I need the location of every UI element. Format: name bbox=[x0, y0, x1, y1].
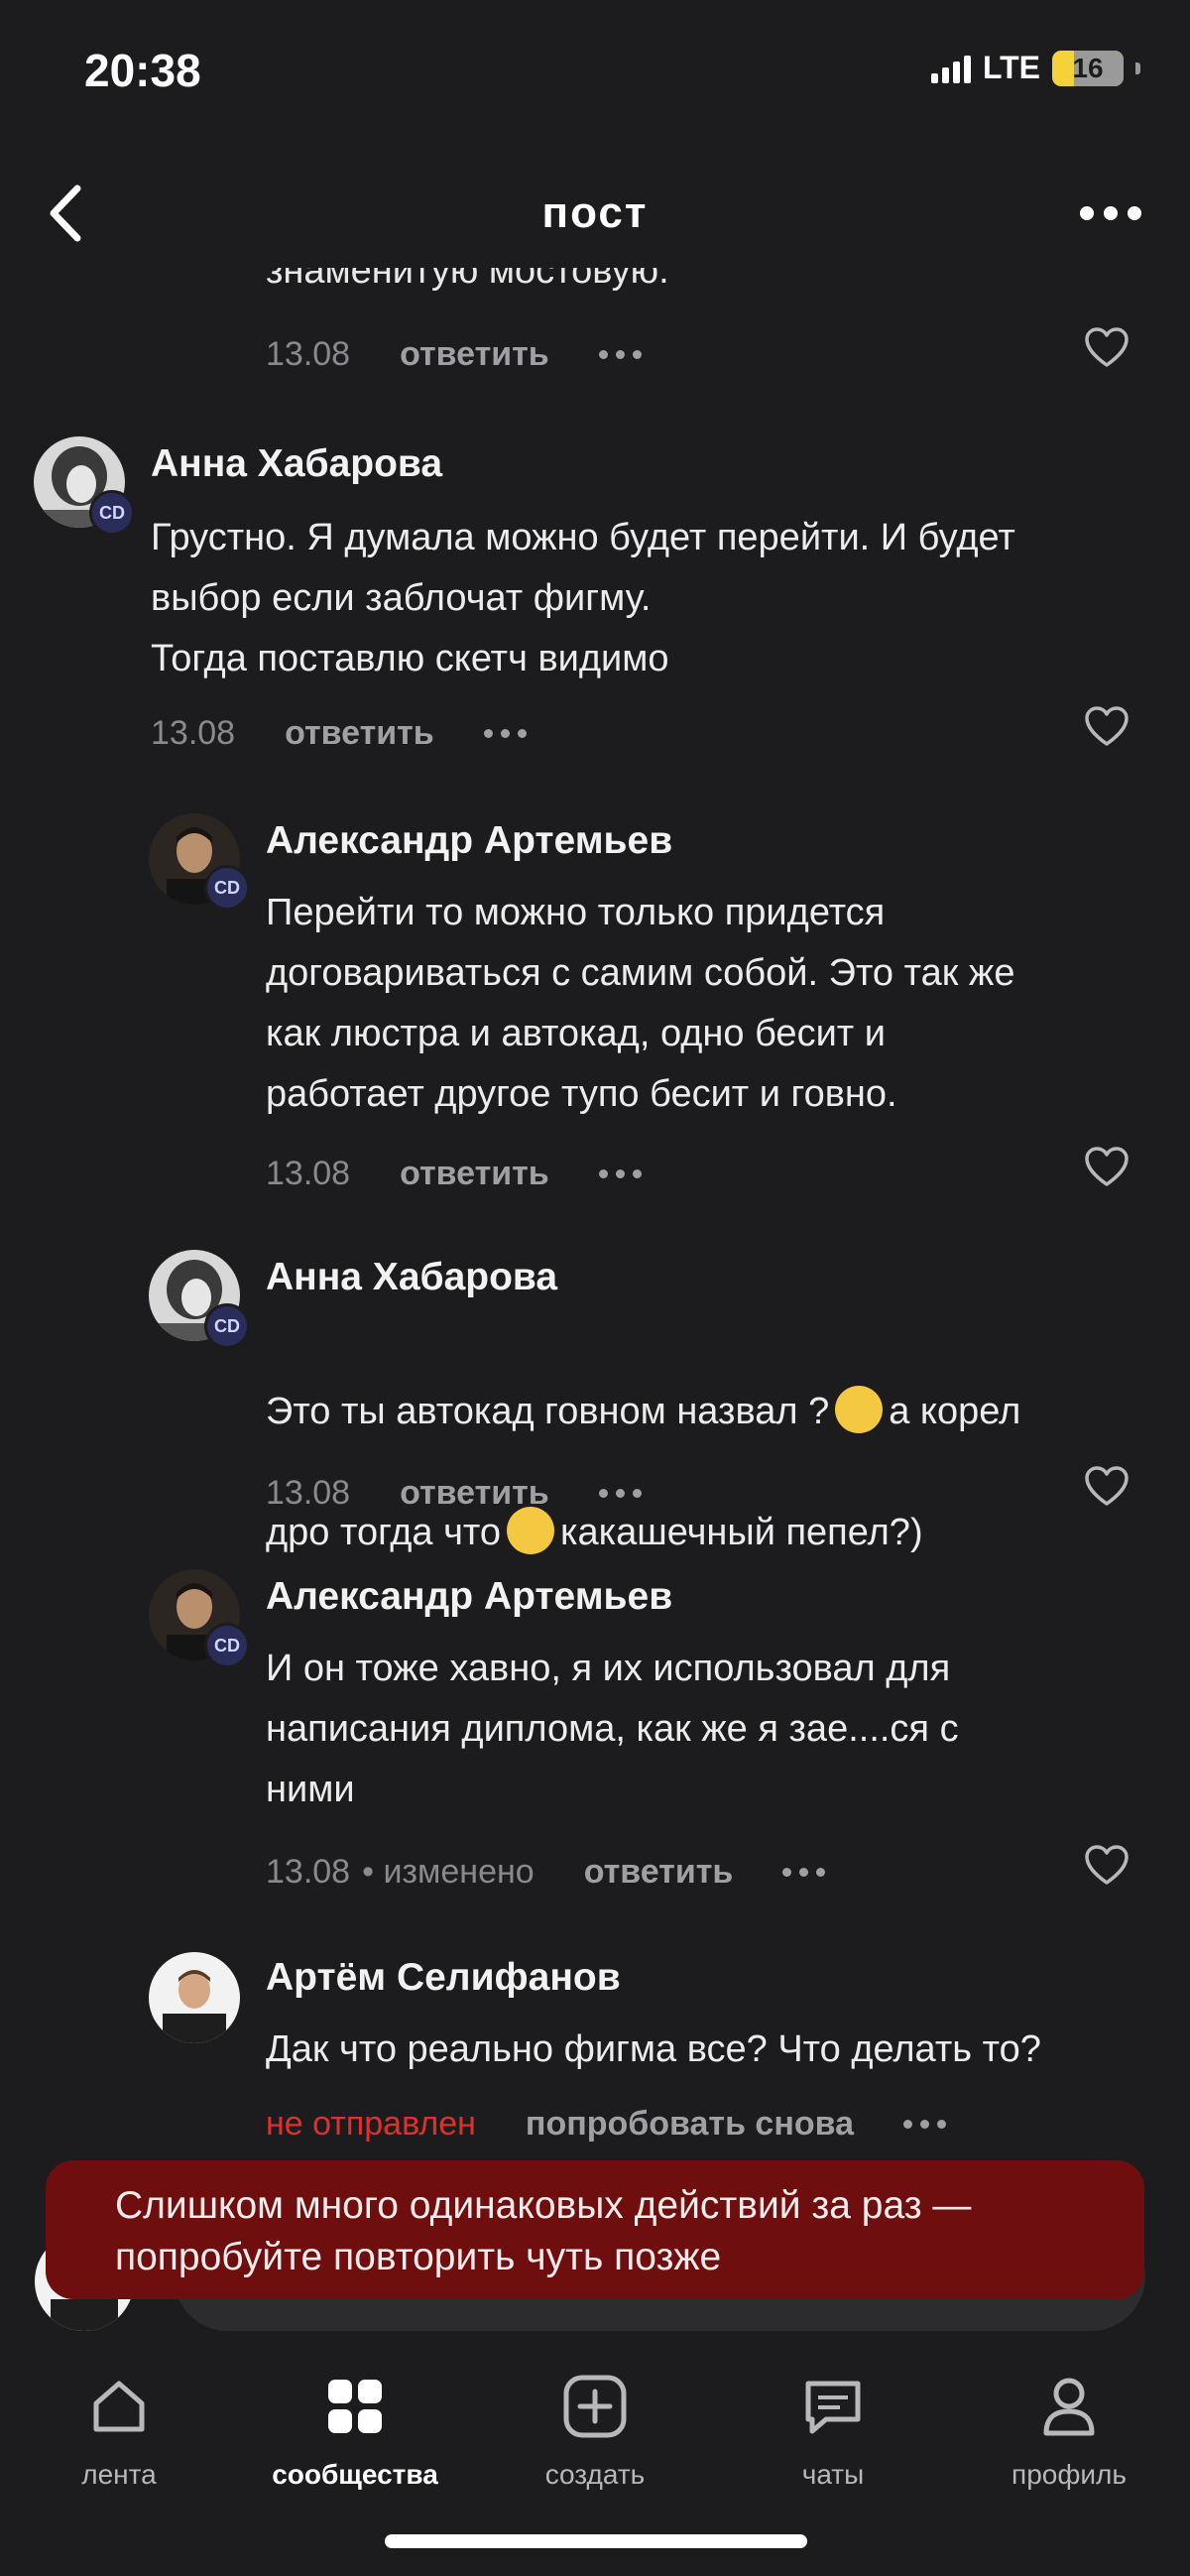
tab-feed[interactable]: лента bbox=[20, 2372, 218, 2491]
comment-meta: 13.08 ответить bbox=[266, 1155, 642, 1193]
edited-label: • изменено bbox=[362, 1853, 535, 1891]
community-badge: CD bbox=[204, 1303, 250, 1349]
chat-icon bbox=[805, 2381, 861, 2434]
comment-text: Это ты автокад говном назвал ? а корел др… bbox=[266, 1321, 1020, 1563]
comment-author[interactable]: Александр Артемьев bbox=[266, 819, 672, 863]
like-icon[interactable] bbox=[1083, 1843, 1130, 1887]
comment-text-part: дро тогда что bbox=[266, 1512, 502, 1553]
retry-button[interactable]: попробовать снова bbox=[526, 2105, 854, 2144]
toast-message: Слишком много одинаковых действий за раз… bbox=[115, 2184, 972, 2278]
comment-more-icon[interactable] bbox=[598, 1169, 642, 1178]
page-title: пост bbox=[541, 188, 649, 237]
create-icon bbox=[563, 2375, 627, 2438]
comment-more-icon[interactable] bbox=[782, 1868, 826, 1877]
comment-meta: 13.08 • изменено ответить bbox=[266, 1853, 826, 1892]
comment-text: Дак что реально фигма все? Что делать то… bbox=[266, 2028, 1041, 2070]
partial-comment-text: знаменитую мостовую. bbox=[266, 268, 669, 292]
battery-icon: 16 bbox=[1052, 50, 1124, 86]
battery-level: 16 bbox=[1072, 52, 1104, 83]
like-icon[interactable] bbox=[1083, 325, 1130, 369]
home-indicator bbox=[385, 2534, 807, 2548]
comment-text: И он тоже хавно, я их использовал для на… bbox=[266, 1648, 959, 1810]
back-button[interactable] bbox=[40, 179, 99, 248]
status-indicators: LTE 16 bbox=[930, 50, 1140, 86]
comment-date: 13.08 bbox=[266, 1155, 351, 1192]
community-badge: CD bbox=[89, 490, 135, 536]
comment-meta: 13.08 ответить bbox=[266, 335, 642, 374]
reply-button[interactable]: ответить bbox=[584, 1853, 734, 1892]
comment-meta: 13.08 ответить bbox=[151, 714, 527, 753]
tab-label: лента bbox=[81, 2459, 157, 2490]
send-error-label: не отправлен bbox=[266, 2105, 476, 2143]
comment-more-icon[interactable] bbox=[483, 729, 527, 738]
home-icon bbox=[93, 2381, 145, 2432]
reply-button[interactable]: ответить bbox=[400, 335, 549, 374]
comment-author[interactable]: Артём Селифанов bbox=[266, 1956, 621, 2000]
status-bar: 20:38 LTE 16 bbox=[0, 0, 1190, 139]
tab-chats[interactable]: чаты bbox=[734, 2372, 932, 2491]
comment-text-part: а корел bbox=[889, 1391, 1021, 1432]
tab-communities[interactable]: сообщества bbox=[256, 2372, 454, 2491]
tab-label: профиль bbox=[1012, 2459, 1127, 2490]
comment-date: 13.08 bbox=[151, 714, 236, 752]
comment-text: Перейти то можно только придется договар… bbox=[266, 892, 1015, 1115]
tab-profile[interactable]: профиль bbox=[970, 2372, 1168, 2491]
post-header: пост bbox=[0, 159, 1190, 268]
like-icon[interactable] bbox=[1083, 1145, 1130, 1188]
shocked-face-emoji bbox=[835, 1386, 884, 1433]
community-badge: CD bbox=[204, 1623, 250, 1668]
avatar[interactable] bbox=[149, 1952, 240, 2043]
comment-text: Грустно. Я думала можно будет перейти. И… bbox=[151, 517, 1015, 679]
communities-icon bbox=[328, 2380, 382, 2433]
comment-more-icon[interactable] bbox=[598, 1489, 642, 1498]
tab-label: сообщества bbox=[272, 2459, 438, 2490]
comments-list[interactable]: знаменитую мостовую. 13.08 ответить CD А… bbox=[0, 268, 1190, 2172]
reply-button[interactable]: ответить bbox=[285, 714, 434, 753]
reply-button[interactable]: ответить bbox=[400, 1474, 549, 1513]
comment-author[interactable]: Анна Хабарова bbox=[266, 1256, 557, 1299]
comment-author[interactable]: Александр Артемьев bbox=[266, 1575, 672, 1619]
error-toast[interactable]: Слишком много одинаковых действий за раз… bbox=[46, 2160, 1144, 2299]
community-badge: CD bbox=[204, 865, 250, 911]
tab-create[interactable]: создать bbox=[496, 2372, 694, 2491]
chevron-left-icon bbox=[50, 184, 81, 242]
signal-icon bbox=[930, 54, 971, 83]
comment-more-icon[interactable] bbox=[598, 350, 642, 359]
like-icon[interactable] bbox=[1083, 1464, 1130, 1508]
status-time: 20:38 bbox=[84, 45, 201, 96]
comment-author[interactable]: Анна Хабарова bbox=[151, 442, 442, 486]
comment-date: 13.08 bbox=[266, 1853, 351, 1891]
comment-more-icon[interactable] bbox=[903, 2120, 946, 2129]
tab-label: создать bbox=[544, 2459, 646, 2490]
comment-date: 13.08 bbox=[266, 1474, 351, 1512]
reply-button[interactable]: ответить bbox=[400, 1155, 549, 1193]
comment-date: 13.08 bbox=[266, 335, 351, 373]
sweat-smile-emoji bbox=[507, 1507, 555, 1554]
tab-label: чаты bbox=[801, 2459, 865, 2490]
comment-text-part: Это ты автокад говном назвал ? bbox=[266, 1391, 830, 1432]
network-type: LTE bbox=[982, 50, 1040, 85]
more-options-button[interactable] bbox=[1061, 184, 1160, 243]
like-icon[interactable] bbox=[1083, 704, 1130, 748]
comment-meta: не отправлен попробовать снова bbox=[266, 2105, 946, 2144]
comment-meta: 13.08 ответить bbox=[266, 1474, 642, 1513]
profile-icon bbox=[1043, 2378, 1095, 2436]
comment-text-part: какашечный пепел?) bbox=[560, 1512, 923, 1553]
